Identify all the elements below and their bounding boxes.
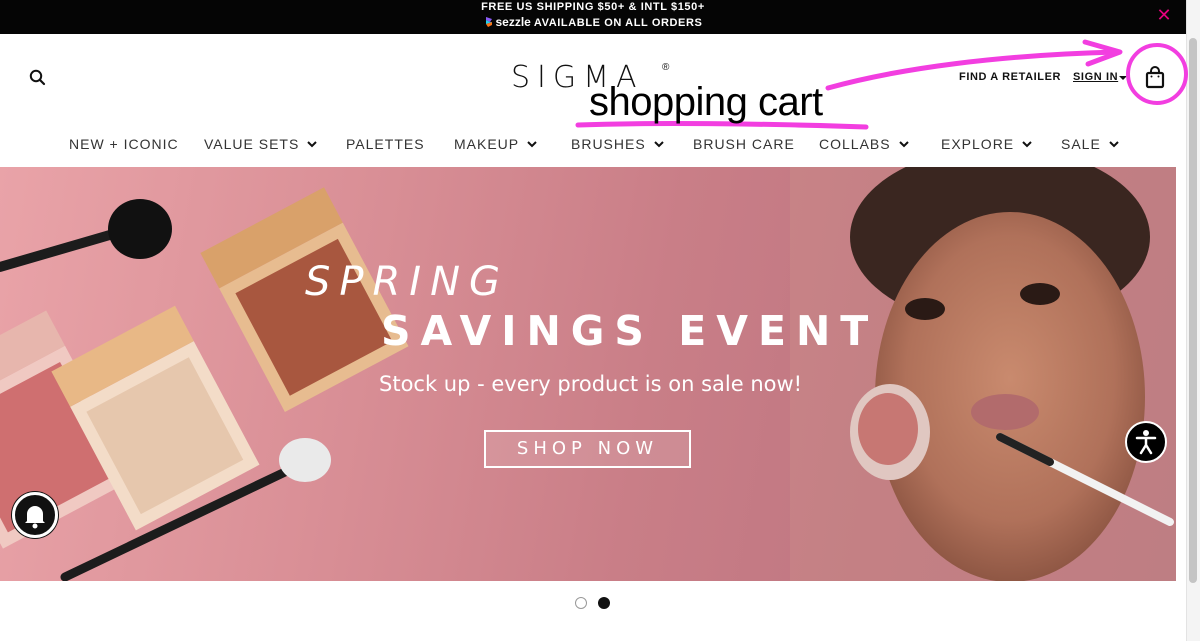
find-retailer-link[interactable]: FIND A RETAILER (959, 71, 1061, 83)
search-icon[interactable] (28, 68, 48, 88)
carousel-dot-active[interactable] (598, 597, 610, 609)
sezzle-brand-text: sezzle (495, 15, 531, 29)
page-scrollbar[interactable] (1186, 0, 1200, 641)
nav-item-label: MAKEUP (454, 136, 520, 152)
promo-bar: FREE US SHIPPING $50+ & INTL $150+ sezzl… (0, 0, 1186, 34)
nav-item-label: BRUSH CARE (693, 136, 795, 152)
shop-now-button[interactable]: SHOP NOW (484, 430, 691, 468)
close-promo-icon[interactable]: ✕ (1154, 5, 1174, 25)
nav-item-label: SALE (1061, 136, 1101, 152)
nav-item-makeup[interactable]: MAKEUP (454, 132, 537, 156)
chevron-down-icon (898, 141, 909, 148)
nav-item-new-iconic[interactable]: NEW + ICONIC (69, 132, 179, 156)
nav-item-collabs[interactable]: COLLABS (819, 132, 909, 156)
chevron-down-icon (307, 141, 318, 148)
scrollbar-thumb[interactable] (1189, 38, 1197, 583)
hero-eyebrow: SPRING (305, 259, 510, 305)
chevron-down-icon (1109, 141, 1119, 148)
nav-item-label: BRUSHES (571, 136, 646, 152)
logo-registered-mark: ® (662, 62, 670, 73)
sezzle-logo-icon (485, 17, 492, 27)
hero-title: SAVINGS EVENT (381, 307, 879, 355)
chevron-down-icon (1022, 141, 1032, 148)
hero-subtitle: Stock up - every product is on sale now! (379, 372, 803, 396)
nav-item-label: COLLABS (819, 136, 891, 152)
nav-item-label: NEW + ICONIC (69, 136, 179, 152)
annotation-label: shopping cart (589, 80, 823, 124)
hero-banner[interactable]: SPRING SAVINGS EVENT Stock up - every pr… (0, 167, 1176, 581)
chevron-down-icon (653, 141, 664, 148)
nav-item-sale[interactable]: SALE (1061, 132, 1119, 156)
accessibility-icon[interactable] (1125, 421, 1167, 463)
nav-item-palettes[interactable]: PALETTES (346, 132, 425, 156)
nav-item-label: EXPLORE (941, 136, 1015, 152)
chevron-down-icon[interactable] (1119, 76, 1127, 80)
chevron-down-icon (527, 141, 537, 148)
main-navigation: NEW + ICONIC VALUE SETS PALETTES MAKEUP … (0, 132, 1186, 156)
nav-item-explore[interactable]: EXPLORE (941, 132, 1032, 156)
shopping-bag-icon[interactable] (1144, 65, 1166, 89)
nav-item-label: PALETTES (346, 136, 425, 152)
promo-shipping-text: FREE US SHIPPING $50+ & INTL $150+ (481, 1, 705, 13)
carousel-dot[interactable] (575, 597, 587, 609)
carousel-pagination (574, 597, 614, 611)
sign-in-link[interactable]: SIGN IN (1073, 71, 1118, 83)
nav-item-brushes[interactable]: BRUSHES (571, 132, 664, 156)
nav-item-value-sets[interactable]: VALUE SETS (204, 132, 318, 156)
promo-sezzle-text: AVAILABLE ON ALL ORDERS (533, 17, 703, 29)
nav-item-brush-care[interactable]: BRUSH CARE (693, 132, 795, 156)
promo-sezzle-line: sezzle AVAILABLE ON ALL ORDERS (0, 15, 1186, 29)
bell-icon[interactable] (12, 492, 58, 538)
nav-item-label: VALUE SETS (204, 136, 300, 152)
